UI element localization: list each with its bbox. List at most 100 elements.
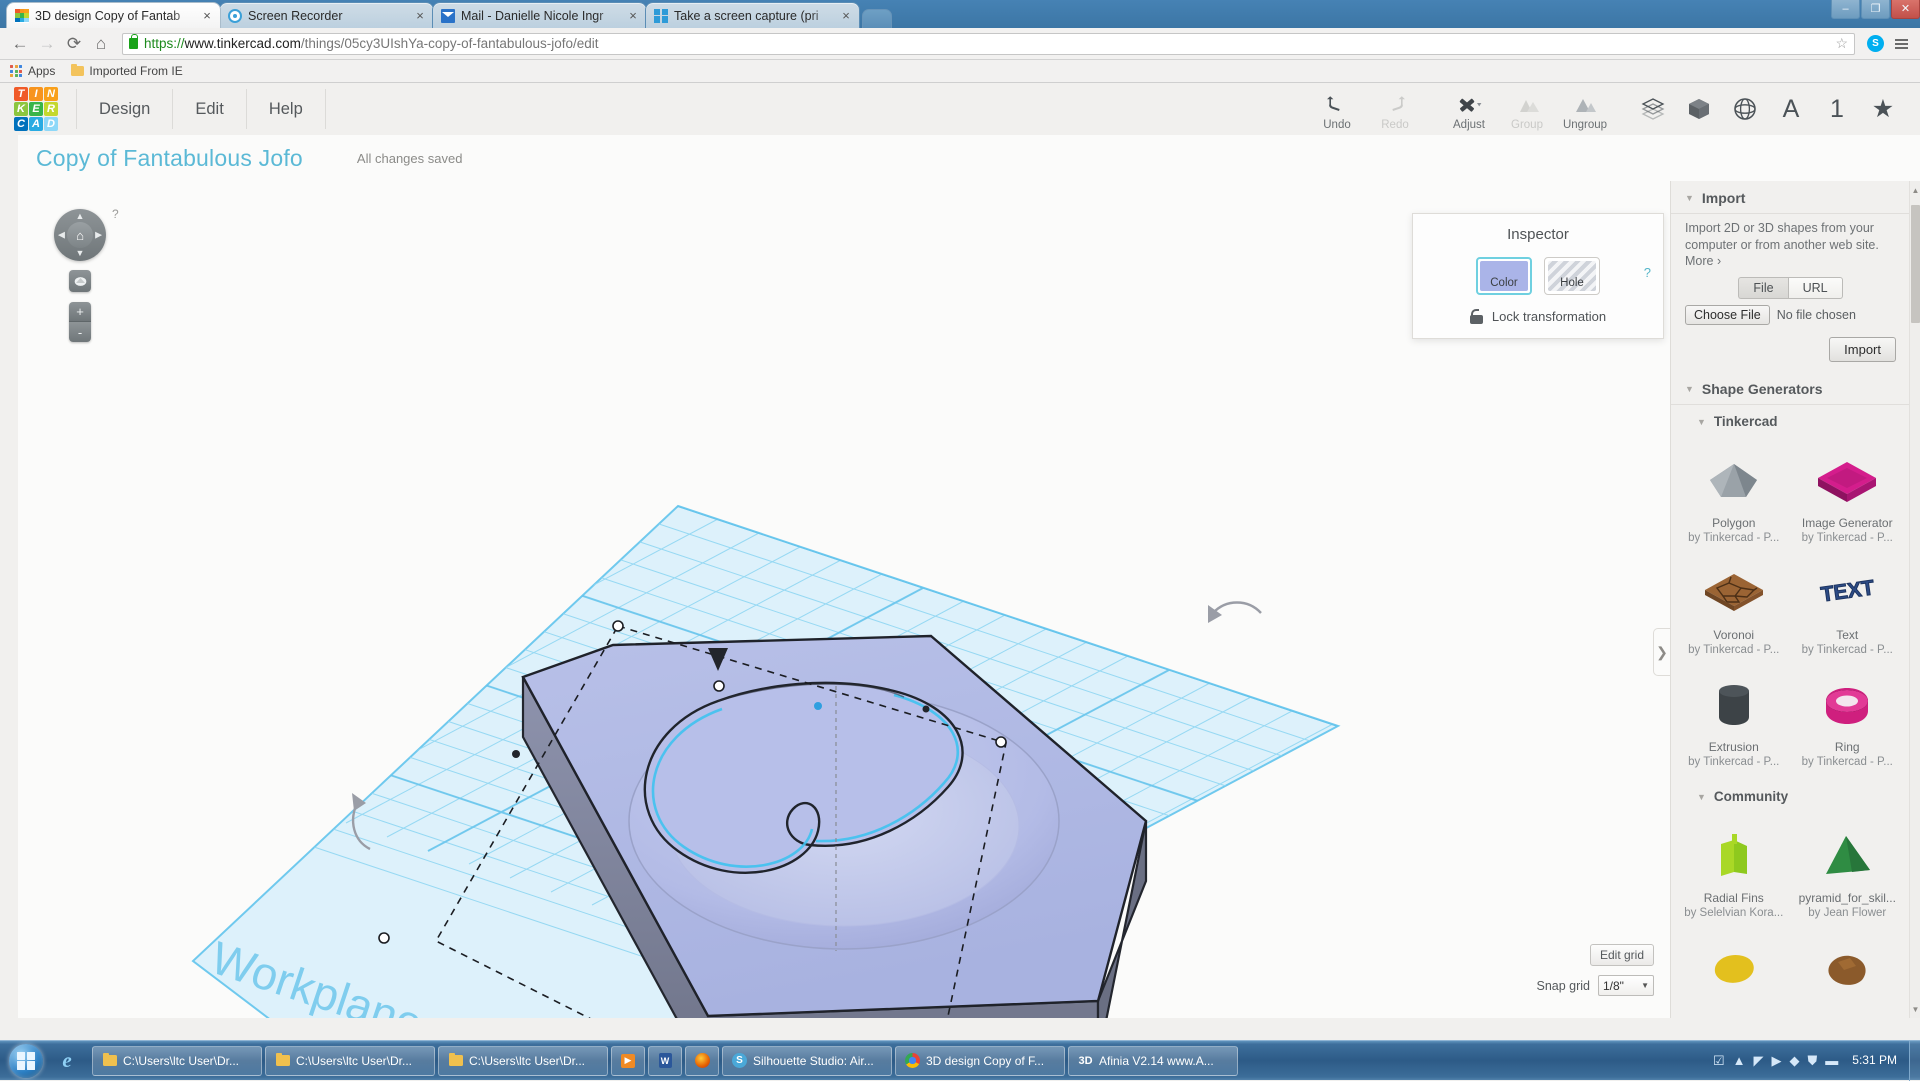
edit-grid-button[interactable]: Edit grid [1590, 944, 1654, 966]
close-icon[interactable]: × [413, 9, 427, 23]
generator-rock[interactable] [1791, 929, 1905, 1015]
menu-help[interactable]: Help [247, 89, 326, 129]
orbit-up-icon[interactable]: ▲ [76, 212, 85, 221]
close-icon[interactable]: × [626, 9, 640, 23]
forward-icon[interactable]: → [35, 32, 59, 56]
import-more-link[interactable]: More › [1685, 254, 1896, 268]
snap-grid-select[interactable]: 1/8" ▼ [1598, 975, 1654, 996]
triangle-down-icon: ▼ [1697, 792, 1706, 802]
zoom-out-button[interactable]: - [69, 322, 91, 342]
choose-file-button[interactable]: Choose File [1685, 305, 1770, 325]
home-view-icon[interactable]: ⌂ [67, 222, 93, 248]
maximize-button[interactable]: ❐ [1861, 0, 1890, 19]
menu-design[interactable]: Design [76, 89, 173, 129]
import-button[interactable]: Import [1829, 337, 1896, 362]
usb-icon[interactable]: ☑ [1713, 1053, 1725, 1069]
skype-extension-icon[interactable]: S [1867, 35, 1884, 52]
orbit-down-icon[interactable]: ▼ [76, 249, 85, 258]
inspector-help-icon[interactable]: ? [1644, 265, 1651, 280]
volume-icon[interactable]: ▶ [1772, 1053, 1782, 1069]
view-orbit-pad[interactable]: ▲ ▼ ◀ ▶ ⌂ [54, 209, 106, 261]
taskbar-item-afinia[interactable]: 3D Afinia V2.14 www.A... [1068, 1046, 1238, 1076]
home-icon[interactable]: ⌂ [89, 32, 113, 56]
back-icon[interactable]: ← [8, 32, 32, 56]
close-icon[interactable]: × [200, 9, 214, 23]
browser-tab-0[interactable]: 3D design Copy of Fantab × [6, 2, 221, 28]
taskbar-item-word[interactable]: W [648, 1046, 682, 1076]
start-button[interactable] [2, 1043, 50, 1079]
orbit-left-icon[interactable]: ◀ [58, 231, 65, 240]
show-hidden-icons-icon[interactable]: ▲ [1733, 1053, 1746, 1068]
design-title[interactable]: Copy of Fantabulous Jofo [36, 145, 303, 172]
reload-icon[interactable]: ⟳ [62, 32, 86, 56]
number-one-icon[interactable]: 1 [1814, 83, 1860, 135]
scroll-down-icon[interactable]: ▼ [1910, 1002, 1920, 1016]
tinkercad-logo-icon[interactable]: T I N K E R C A D [14, 87, 58, 131]
taskbar-item-folder-1[interactable]: C:\Users\ltc User\Dr... [92, 1046, 262, 1076]
grid-icon[interactable] [1630, 83, 1676, 135]
collapse-panel-button[interactable]: ❯ [1653, 628, 1670, 676]
hole-swatch-button[interactable]: Hole [1544, 257, 1600, 295]
import-tab-file[interactable]: File [1738, 277, 1787, 299]
internet-explorer-icon[interactable]: e [50, 1043, 84, 1079]
generator-extrusion[interactable]: Extrusion by Tinkercad - P... [1677, 666, 1791, 778]
dropbox-icon[interactable]: ◆ [1790, 1053, 1800, 1069]
taskbar-item-folder-2[interactable]: C:\Users\ltc User\Dr... [265, 1046, 435, 1076]
redo-button[interactable]: Redo [1366, 92, 1424, 135]
shield-icon[interactable]: ⛊ [1808, 1053, 1818, 1069]
community-group-header[interactable]: ▼ Community [1671, 780, 1910, 811]
cube-icon[interactable] [1676, 83, 1722, 135]
taskbar-item-silhouette[interactable]: S Silhouette Studio: Air... [722, 1046, 892, 1076]
lock-transformation-row[interactable]: Lock transformation [1427, 309, 1649, 324]
generator-pyramid[interactable]: pyramid_for_skil... by Jean Flower [1791, 817, 1905, 929]
menu-edit[interactable]: Edit [173, 89, 246, 129]
import-tab-url[interactable]: URL [1788, 277, 1843, 299]
generator-polygon[interactable]: Polygon by Tinkercad - P... [1677, 442, 1791, 554]
generator-ring[interactable]: Ring by Tinkercad - P... [1791, 666, 1905, 778]
battery-icon[interactable]: ▬ [1825, 1053, 1838, 1068]
undo-button[interactable]: Undo [1308, 92, 1366, 135]
bookmark-imported-from-ie[interactable]: Imported From IE [71, 64, 182, 78]
import-section-header[interactable]: ▼ Import [1671, 181, 1910, 214]
panel-scrollbar[interactable]: ▲ ▼ [1909, 181, 1920, 1018]
scrollbar-thumb[interactable] [1911, 205, 1920, 323]
minimize-button[interactable]: – [1831, 0, 1860, 19]
browser-tab-1[interactable]: Screen Recorder × [219, 2, 434, 28]
generator-image-generator[interactable]: Image Generator by Tinkercad - P... [1791, 442, 1905, 554]
generator-radial-fins[interactable]: Radial Fins by Selelvian Kora... [1677, 817, 1791, 929]
adjust-button[interactable]: Adjust [1440, 92, 1498, 135]
network-icon[interactable]: ◤ [1754, 1053, 1764, 1069]
taskbar-item-media-player[interactable]: ▶ [611, 1046, 645, 1076]
new-tab-button[interactable] [862, 9, 892, 28]
fit-view-icon[interactable] [69, 270, 91, 292]
orbit-right-icon[interactable]: ▶ [95, 231, 102, 240]
star-icon[interactable]: ★ [1860, 83, 1906, 135]
address-bar[interactable]: https://www.tinkercad.com/things/05cy3UI… [122, 33, 1855, 55]
sphere-icon[interactable] [1722, 83, 1768, 135]
show-desktop-button[interactable] [1909, 1041, 1920, 1081]
view-help-icon[interactable]: ? [112, 207, 119, 221]
chrome-menu-icon[interactable] [1890, 39, 1912, 49]
color-swatch-button[interactable]: Color [1476, 257, 1532, 295]
bookmark-star-icon[interactable]: ☆ [1835, 35, 1848, 52]
import-source-toggle: File URL [1685, 277, 1896, 299]
shape-generators-section-header[interactable]: ▼ Shape Generators [1671, 372, 1910, 405]
taskbar-item-firefox[interactable] [685, 1046, 719, 1076]
close-icon[interactable]: × [839, 9, 853, 23]
browser-tab-3[interactable]: Take a screen capture (pri × [645, 2, 860, 28]
taskbar-clock[interactable]: 5:31 PM [1846, 1054, 1903, 1067]
group-button[interactable]: Group [1498, 92, 1556, 135]
taskbar-item-folder-3[interactable]: C:\Users\ltc User\Dr... [438, 1046, 608, 1076]
tinkercad-group-header[interactable]: ▼ Tinkercad [1671, 405, 1910, 436]
scroll-up-icon[interactable]: ▲ [1910, 183, 1920, 197]
zoom-in-button[interactable]: + [69, 302, 91, 322]
generator-voronoi[interactable]: Voronoi by Tinkercad - P... [1677, 554, 1791, 666]
ungroup-button[interactable]: Ungroup [1556, 92, 1614, 135]
text-a-icon[interactable]: A [1768, 83, 1814, 135]
close-window-button[interactable]: ✕ [1891, 0, 1920, 19]
generator-blob[interactable] [1677, 929, 1791, 1015]
browser-tab-2[interactable]: Mail - Danielle Nicole Ingr × [432, 2, 647, 28]
taskbar-item-chrome[interactable]: 3D design Copy of F... [895, 1046, 1065, 1076]
bookmark-apps[interactable]: Apps [10, 64, 55, 78]
generator-text[interactable]: TEXT Text by Tinkercad - P... [1791, 554, 1905, 666]
